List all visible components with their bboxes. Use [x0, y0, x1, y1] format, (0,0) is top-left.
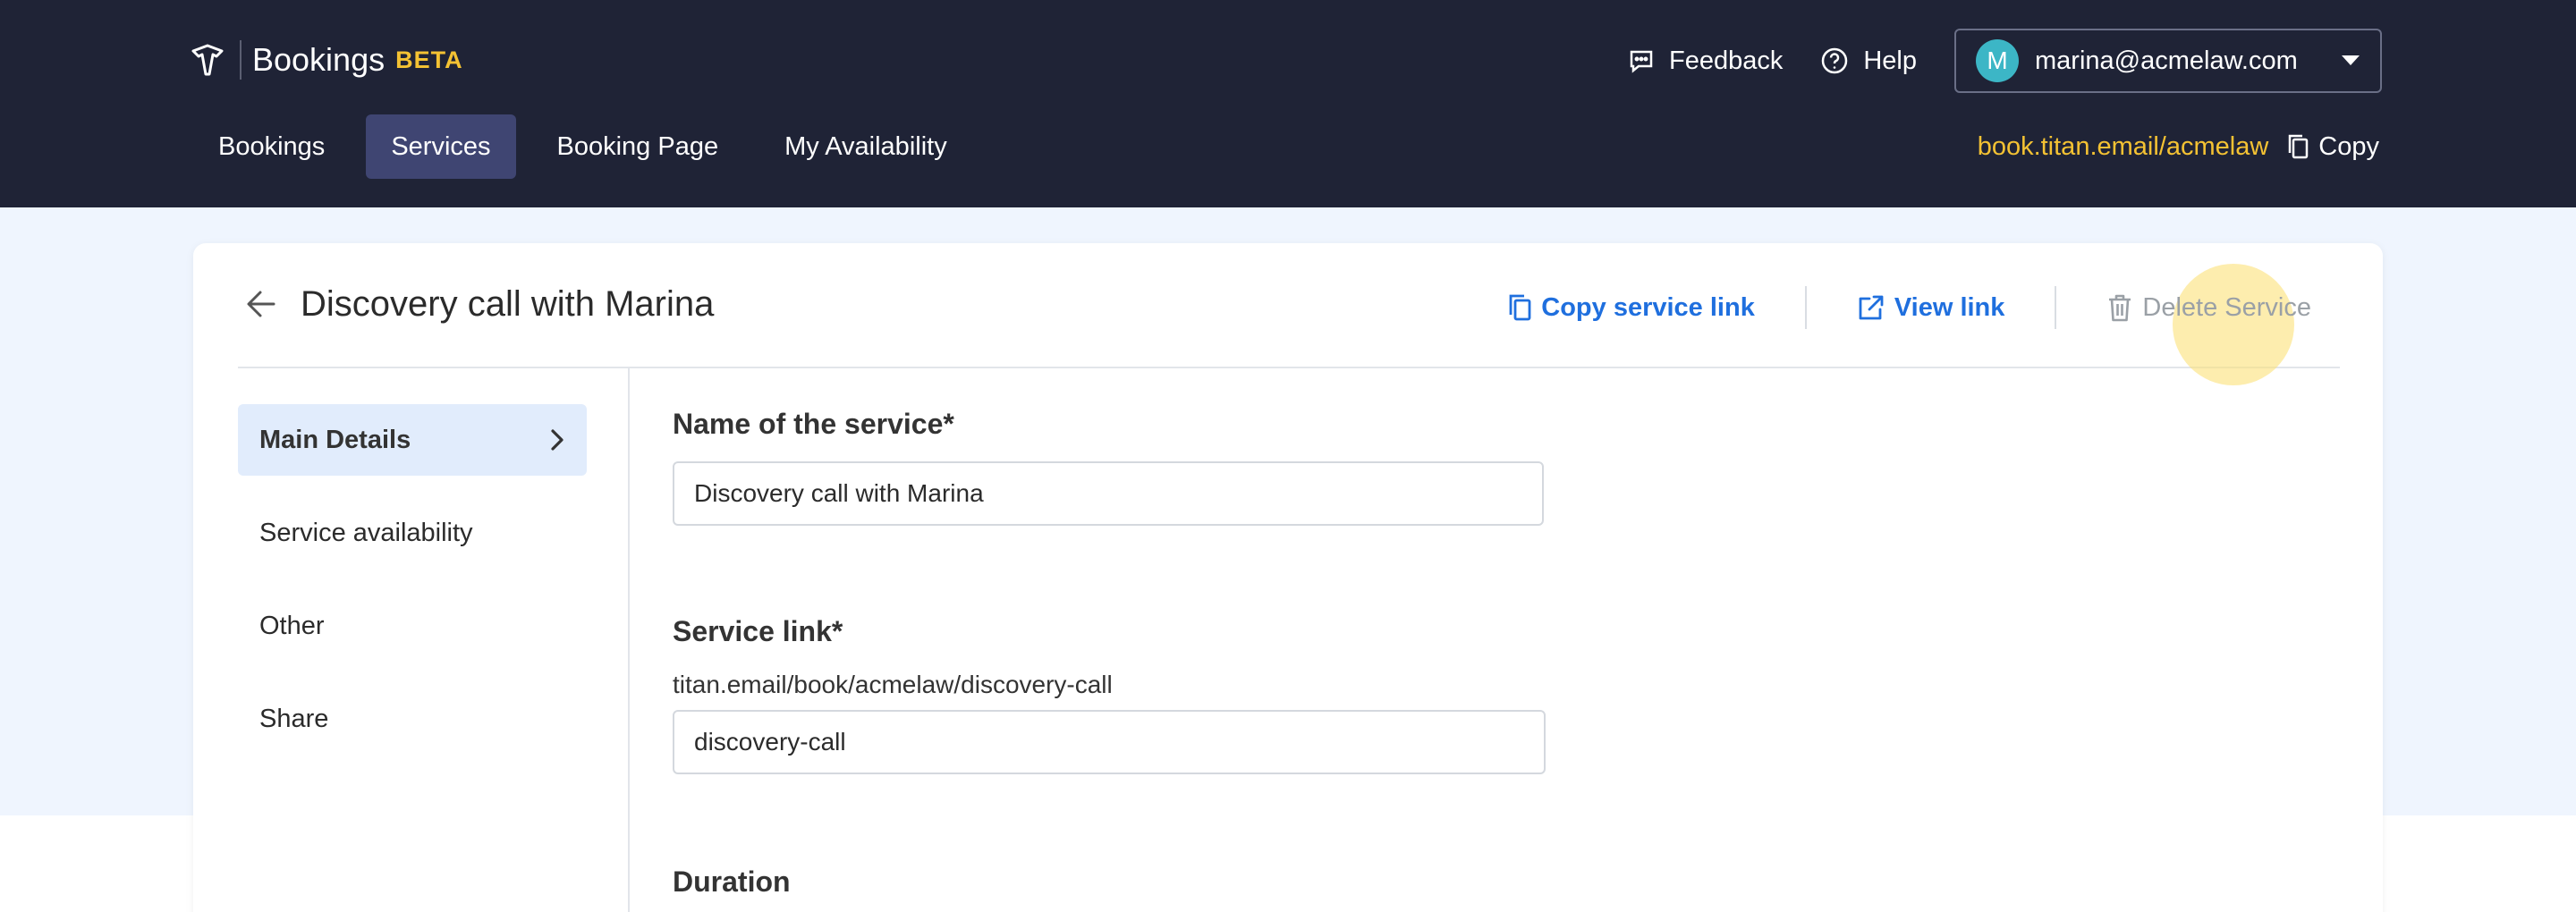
- delete-service-button[interactable]: Delete Service: [2106, 264, 2311, 385]
- service-actions: Copy service link View link Delete Servi…: [1507, 264, 2311, 385]
- sidebar-item-service-availability[interactable]: Service availability: [238, 497, 587, 569]
- copy-service-link-label: Copy service link: [1541, 292, 1755, 322]
- account-email: marina@acmelaw.com: [2035, 46, 2298, 75]
- beta-badge: BETA: [395, 46, 463, 73]
- content-divider: [628, 368, 630, 912]
- service-name-label: Name of the service*: [673, 408, 954, 440]
- sidebar-item-share[interactable]: Share: [238, 683, 587, 755]
- feedback-icon: [1630, 50, 1653, 73]
- app-name: Bookings: [252, 41, 386, 78]
- booking-page-link: book.titan.email/acmelaw Copy: [1978, 125, 2379, 168]
- trash-icon: [2109, 294, 2131, 322]
- header-actions: Feedback Help M marina@acmelaw.com: [1628, 29, 2382, 93]
- feedback-label: Feedback: [1668, 46, 1784, 75]
- arrow-left-icon: [247, 291, 275, 317]
- sidebar-item-other[interactable]: Other: [238, 590, 587, 662]
- help-label: Help: [1863, 46, 1917, 75]
- main-tabs: Bookings Services Booking Page My Availa…: [193, 114, 988, 179]
- logo-separator: [240, 40, 242, 80]
- help-button[interactable]: Help: [1820, 46, 1917, 76]
- external-link-icon: [1859, 295, 1884, 320]
- copy-service-link-button[interactable]: Copy service link: [1507, 293, 1755, 323]
- action-divider: [2055, 286, 2057, 329]
- tab-booking-page[interactable]: Booking Page: [532, 114, 744, 179]
- booking-url[interactable]: book.titan.email/acmelaw: [1978, 132, 2269, 162]
- chevron-down-icon: [2342, 55, 2360, 65]
- titan-logo-icon: [191, 44, 224, 76]
- duration-label: Duration: [673, 866, 791, 898]
- tab-bookings[interactable]: Bookings: [193, 114, 350, 179]
- service-editor-card: Discovery call with Marina Copy service …: [193, 243, 2383, 912]
- page-title: Discovery call with Marina: [301, 284, 715, 324]
- delete-service-label: Delete Service: [2142, 292, 2311, 322]
- view-link-label: View link: [1894, 292, 2005, 322]
- service-link-input[interactable]: [673, 710, 1546, 774]
- settings-sidebar: Main Details Service availability Other …: [238, 404, 587, 776]
- action-divider: [1804, 286, 1807, 329]
- view-link-button[interactable]: View link: [1857, 292, 2005, 323]
- app-logo[interactable]: Bookings BETA: [190, 38, 463, 82]
- chevron-right-icon: [551, 429, 564, 451]
- service-link-preview: titan.email/book/acmelaw/discovery-call: [673, 671, 1113, 698]
- service-header: Discovery call with Marina Copy service …: [238, 243, 2340, 385]
- back-button[interactable]: [245, 288, 277, 325]
- avatar: M: [1976, 39, 2019, 82]
- service-link-label: Service link*: [673, 615, 843, 647]
- tab-services[interactable]: Services: [366, 114, 516, 179]
- top-navigation-bar: Bookings BETA Feedback Help M marina@acm…: [0, 0, 2576, 207]
- copy-icon: [1509, 294, 1531, 321]
- account-dropdown[interactable]: M marina@acmelaw.com: [1954, 29, 2382, 93]
- sidebar-item-label: Main Details: [259, 425, 411, 454]
- sidebar-item-main-details[interactable]: Main Details: [238, 404, 587, 476]
- service-name-input[interactable]: [673, 461, 1544, 526]
- copy-icon: [2289, 134, 2309, 159]
- help-icon: [1822, 47, 1848, 74]
- copy-label: Copy: [2318, 131, 2379, 161]
- feedback-button[interactable]: Feedback: [1628, 46, 1783, 76]
- tab-my-availability[interactable]: My Availability: [759, 114, 972, 179]
- click-highlight: [2173, 264, 2295, 385]
- copy-url-button[interactable]: Copy: [2286, 132, 2379, 162]
